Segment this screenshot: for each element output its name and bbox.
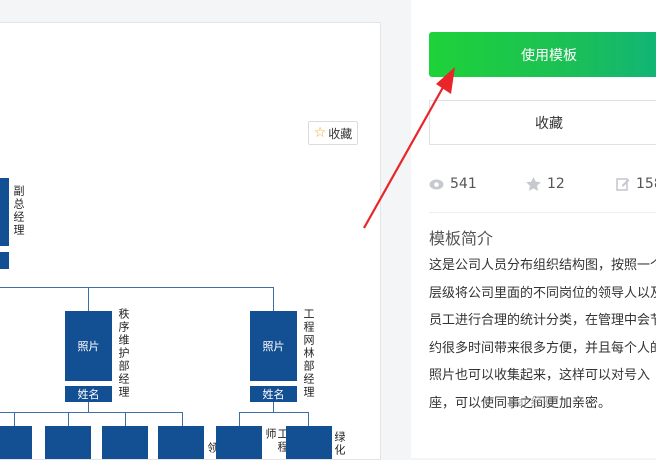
vice-manager-photo — [0, 178, 9, 246]
connector-vertical — [88, 402, 89, 412]
staff-title-fragment: 工程师 — [264, 428, 289, 454]
connector-vertical — [68, 412, 69, 426]
connector-horizontal — [0, 412, 183, 413]
staff-photo — [0, 426, 32, 459]
watermark-text: Bai 经验 — [508, 395, 555, 409]
likes-stat: 12 — [526, 176, 565, 192]
connector-horizontal — [239, 412, 309, 413]
connector-vertical — [273, 287, 274, 311]
connector-vertical — [125, 412, 126, 426]
vice-manager-name — [0, 252, 9, 269]
views-stat: 541 — [429, 176, 477, 192]
baidu-watermark: Bai 经验 — [508, 393, 555, 410]
preview-favorite-button[interactable]: ☆ 收藏 — [308, 121, 358, 145]
star-icon — [526, 177, 541, 191]
connector-vertical — [88, 287, 89, 311]
edit-icon — [616, 178, 630, 191]
preview-favorite-label: 收藏 — [328, 126, 353, 141]
order-dept-photo: 照片 — [65, 311, 112, 381]
staff-photo — [102, 426, 148, 459]
engineering-dept-name: 姓名 — [250, 384, 297, 402]
use-template-button[interactable]: 使用模板 — [429, 32, 656, 77]
staff-photo — [216, 426, 262, 459]
connector-vertical — [239, 412, 240, 426]
template-preview-canvas: ☆ 收藏 副总经理 照片 姓名 秩序维护部经理 照片 姓名 工程网林部经理 领 … — [0, 22, 381, 460]
eye-icon — [429, 179, 444, 189]
engineering-dept-title: 工程网林部经理 — [302, 308, 315, 399]
vice-manager-title: 副总经理 — [12, 185, 25, 237]
staff-photo — [45, 426, 91, 459]
views-count: 541 — [450, 176, 477, 192]
edits-stat: 158 — [616, 176, 656, 192]
connector-vertical — [273, 402, 274, 412]
staff-title-fragment: 绿化 — [333, 431, 346, 457]
star-outline-icon: ☆ — [313, 125, 327, 141]
connector-vertical — [14, 412, 15, 426]
order-dept-title: 秩序维护部经理 — [117, 308, 130, 399]
staff-photo — [286, 426, 332, 459]
connector-vertical — [308, 412, 309, 426]
divider — [429, 212, 656, 213]
favorite-button[interactable]: 收藏 — [429, 100, 656, 145]
engineering-dept-photo: 照片 — [250, 311, 297, 381]
connector-horizontal — [0, 287, 274, 288]
order-dept-name: 姓名 — [65, 384, 112, 402]
edits-count: 158 — [636, 176, 656, 192]
intro-title: 模板简介 — [429, 229, 494, 248]
likes-count: 12 — [547, 176, 565, 192]
connector-vertical — [182, 412, 183, 426]
staff-photo — [158, 426, 204, 459]
